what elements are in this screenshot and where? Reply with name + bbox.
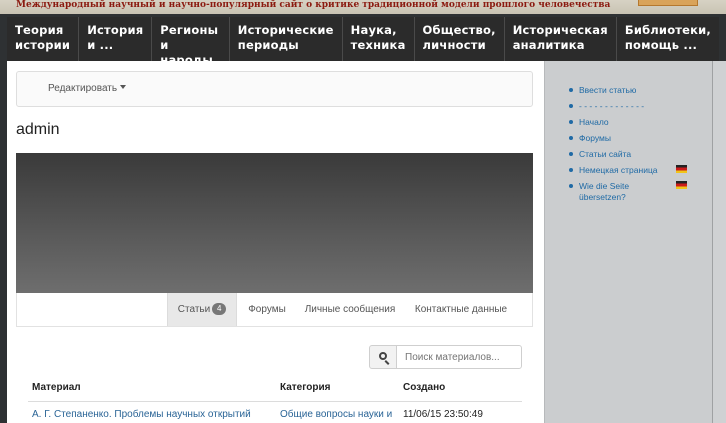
table-cell-created: 11/06/15 23:50:49 — [403, 409, 483, 420]
search-box — [369, 345, 522, 369]
tab-forums[interactable]: Форумы — [241, 293, 293, 326]
profile-username: admin — [16, 121, 60, 138]
german-flag-icon — [676, 181, 687, 189]
articles-count-badge: 4 — [212, 303, 227, 315]
sidebar-item-separator: - - - - - - - - - - - - - — [569, 101, 704, 112]
nav-item-libraries[interactable]: Библиотеки, помощь ... — [617, 17, 719, 61]
corner-banner-badge[interactable] — [638, 0, 698, 6]
nav-item-line: Теория — [15, 23, 64, 37]
tab-label: Статьи — [177, 304, 211, 315]
edit-dropdown-button[interactable]: Редактировать — [48, 83, 127, 94]
page-right-edge — [712, 61, 726, 423]
sidebar-item-translate-page[interactable]: Wie die Seite übersetzen? — [569, 181, 704, 203]
nav-item-line: периоды — [237, 38, 299, 52]
profile-cover-image — [16, 153, 533, 293]
tab-private-messages[interactable]: Личные сообщения — [299, 293, 401, 326]
nav-item-theory[interactable]: Теория истории — [7, 17, 80, 61]
table-header-divider — [28, 401, 522, 402]
nav-item-line: и ... — [87, 38, 114, 52]
sidebar-link[interactable]: Форумы — [579, 133, 611, 143]
nav-item-analytics[interactable]: Историческая аналитика — [505, 17, 617, 61]
search-button[interactable] — [369, 345, 397, 369]
sidebar-item-site-articles[interactable]: Статьи сайта — [569, 149, 704, 160]
site-tagline: Международный научный и научно-популярны… — [16, 0, 611, 10]
column-header-category[interactable]: Категория — [280, 382, 330, 393]
sidebar-item-forums[interactable]: Форумы — [569, 133, 704, 144]
nav-item-line: Библиотеки, — [624, 23, 711, 37]
sidebar-item-german-page[interactable]: Немецкая страница — [569, 165, 704, 176]
nav-item-regions[interactable]: Регионы и народы — [152, 17, 230, 67]
nav-item-science[interactable]: Наука, техника — [343, 17, 415, 61]
caret-down-icon — [120, 85, 127, 89]
nav-item-line: Исторические — [237, 23, 334, 37]
search-icon — [379, 352, 387, 360]
search-icon-handle — [384, 360, 390, 365]
nav-item-line: Наука, — [350, 23, 397, 37]
nav-item-line: личности — [422, 38, 486, 52]
edit-toolbar: Редактировать — [16, 71, 533, 107]
main-content: Редактировать admin Статьи 4 Форумы Личны… — [7, 61, 544, 423]
nav-item-line: аналитика — [512, 38, 585, 52]
sidebar-link[interactable]: Начало — [579, 117, 609, 127]
tab-contact-details[interactable]: Контактные данные — [409, 293, 513, 326]
table-cell-category-link[interactable]: Общие вопросы науки и — [280, 409, 394, 420]
table-cell-material-link[interactable]: А. Г. Степаненко. Проблемы научных откры… — [32, 409, 272, 420]
sidebar-menu: Ввести статью - - - - - - - - - - - - - … — [569, 85, 704, 208]
sidebar-item-add-article[interactable]: Ввести статью — [569, 85, 704, 96]
nav-item-line: техника — [350, 38, 406, 52]
sidebar-link[interactable]: Немецкая страница — [579, 165, 658, 175]
nav-item-society[interactable]: Общество, личности — [415, 17, 505, 61]
nav-item-line: помощь ... — [624, 38, 698, 52]
column-header-material[interactable]: Материал — [32, 382, 81, 393]
search-input[interactable] — [396, 345, 522, 369]
sidebar-link[interactable]: Wie die Seite übersetzen? — [579, 181, 641, 203]
nav-item-periods[interactable]: Исторические периоды — [230, 17, 343, 61]
sidebar-link: - - - - - - - - - - - - - — [579, 101, 645, 111]
nav-item-history[interactable]: История и ... — [79, 17, 153, 61]
column-header-created[interactable]: Создано — [403, 382, 445, 393]
nav-item-line: История — [87, 23, 144, 37]
sidebar-item-home[interactable]: Начало — [569, 117, 704, 128]
edit-label: Редактировать — [48, 83, 118, 94]
sidebar-link[interactable]: Ввести статью — [579, 85, 636, 95]
top-banner-strip: Международный научный и научно-популярны… — [0, 0, 726, 14]
nav-item-line: Историческая — [512, 23, 608, 37]
nav-item-line: Регионы и — [160, 23, 219, 52]
nav-item-line: истории — [15, 38, 71, 52]
main-navigation: Теория истории История и ... Регионы и наро… — [7, 17, 719, 67]
sidebar-link[interactable]: Статьи сайта — [579, 149, 631, 159]
profile-tabs: Статьи 4 Форумы Личные сообщения Контактн… — [16, 293, 533, 327]
german-flag-icon — [676, 165, 687, 173]
nav-item-line: Общество, — [422, 23, 496, 37]
tab-articles[interactable]: Статьи 4 — [167, 293, 237, 326]
sidebar: Ввести статью - - - - - - - - - - - - - … — [544, 61, 712, 423]
